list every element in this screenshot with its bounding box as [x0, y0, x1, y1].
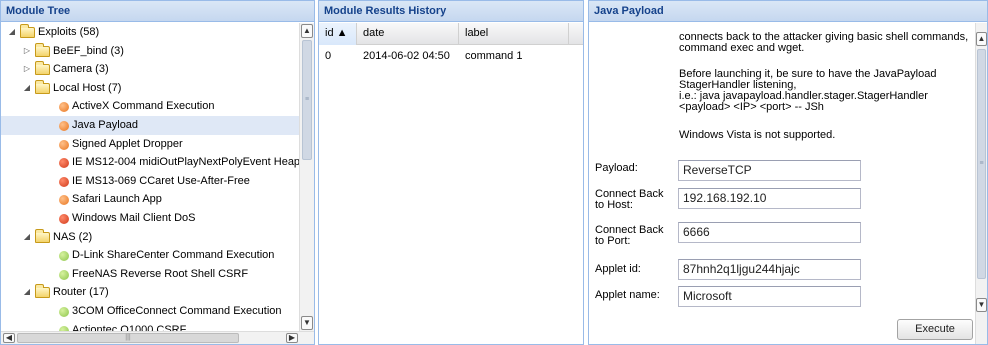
folder-icon — [35, 61, 50, 76]
collapsed-arrow-icon[interactable]: ▷ — [22, 60, 32, 78]
scroll-up-icon[interactable]: ▲ — [301, 24, 313, 38]
folder-icon — [35, 228, 50, 243]
tree-module[interactable]: Signed Applet Dropper — [1, 135, 299, 154]
payload-form: connects back to the attacker giving bas… — [589, 23, 975, 344]
green-status-icon — [59, 251, 69, 262]
collapsed-arrow-icon[interactable]: ▷ — [22, 42, 32, 60]
tree-item-label: Signed Applet Dropper — [72, 137, 183, 150]
payload-label: Payload: — [595, 162, 638, 174]
red-status-icon — [59, 158, 69, 169]
tree-module[interactable]: Safari Launch App — [1, 190, 299, 209]
green-status-icon — [59, 269, 69, 280]
execute-button[interactable]: Execute — [897, 319, 973, 340]
tree-item-label: Java Payload — [72, 118, 139, 131]
scrollbar-thumb[interactable]: ||| — [17, 333, 239, 343]
folder-icon — [20, 24, 35, 38]
connect-back-host-label: to Host: — [595, 199, 633, 211]
scroll-up-icon[interactable]: ▲ — [976, 32, 987, 46]
tree-item-label: Camera (3) — [53, 63, 109, 76]
tree-item-label: IE MS13-069 CCaret Use-After-Free — [72, 174, 250, 187]
tree-module[interactable]: IE MS13-069 CCaret Use-After-Free — [1, 172, 299, 191]
scrollbar-thumb[interactable]: ≡ — [302, 40, 312, 160]
description-line: <payload> <IP> <port> -- JSh — [679, 101, 824, 113]
tree-folder[interactable]: ◢ Local Host (7) — [1, 79, 299, 98]
tree-item-label: Actiontec Q1000 CSRF — [72, 323, 187, 332]
column-header-label[interactable]: label — [459, 23, 569, 45]
column-header-date[interactable]: date — [357, 23, 459, 45]
java-payload-title: Java Payload — [589, 1, 987, 22]
tree-module[interactable]: FreeNAS Reverse Root Shell CSRF — [1, 265, 299, 284]
tree-module[interactable]: IE MS12-004 midiOutPlayNextPolyEvent Hea… — [1, 153, 299, 172]
tree-item-label: FreeNAS Reverse Root Shell CSRF — [72, 267, 249, 280]
tree-module[interactable]: Actiontec Q1000 CSRF — [1, 321, 299, 332]
folder-icon — [35, 284, 50, 299]
tree-folder[interactable]: ◢ NAS (2) — [1, 228, 299, 247]
scrollbar-thumb[interactable]: ≡ — [977, 49, 986, 279]
module-tree: ◢ Exploits (58) ▷ BeEF_bind (3) ▷ Camera (3) ◢… — [1, 23, 299, 331]
applet-id-field[interactable]: 87hnh2q1ljgu244hjajc — [678, 259, 861, 280]
tree-item-label: Router (17) — [53, 286, 109, 299]
java-payload-panel: Java Payload connects back to the attack… — [588, 0, 988, 345]
folder-icon — [35, 42, 50, 57]
tree-module[interactable]: Java Payload — [1, 115, 299, 135]
expanded-arrow-icon[interactable]: ◢ — [22, 228, 32, 246]
tree-item-label: Exploits (58) — [38, 26, 100, 38]
tree-item-label: Local Host (7) — [53, 81, 122, 94]
expanded-arrow-icon[interactable]: ◢ — [22, 79, 32, 97]
column-header-id[interactable]: id ▲ — [319, 23, 357, 45]
tree-folder[interactable]: ◢ Exploits (58) — [1, 23, 299, 42]
tree-module[interactable]: Windows Mail Client DoS — [1, 209, 299, 228]
tree-item-label: NAS (2) — [53, 230, 93, 243]
orange-status-icon — [59, 120, 69, 131]
tree-folder[interactable]: ◢ Router (17) — [1, 283, 299, 302]
description-line: command exec and wget. — [679, 42, 805, 54]
tree-item-label: IE MS12-004 midiOutPlayNextPolyEvent Hea… — [72, 156, 299, 169]
tree-folder[interactable]: ▷ Camera (3) — [1, 60, 299, 79]
payload-vertical-scrollbar[interactable]: ▲ ≡ ▼ — [975, 23, 987, 344]
tree-module[interactable]: 3COM OfficeConnect Command Execution — [1, 302, 299, 321]
expanded-arrow-icon[interactable]: ◢ — [7, 23, 17, 41]
tree-horizontal-scrollbar[interactable]: ◀ ||| ▶ — [1, 331, 314, 344]
folder-icon — [35, 79, 50, 94]
tree-item-label: Safari Launch App — [72, 193, 162, 206]
tree-module[interactable]: ActiveX Command Execution — [1, 97, 299, 116]
tree-item-label: ActiveX Command Execution — [72, 100, 215, 113]
grid-header: id ▲ date label — [319, 23, 583, 45]
tree-item-label: 3COM OfficeConnect Command Execution — [72, 304, 282, 317]
connect-back-port-field[interactable]: 6666 — [678, 222, 861, 243]
module-tree-title: Module Tree — [1, 1, 314, 22]
tree-module[interactable]: D-Link ShareCenter Command Execution — [1, 246, 299, 265]
table-row[interactable]: 0 2014-06-02 04:50 command 1 — [319, 46, 583, 66]
tree-item-label: Windows Mail Client DoS — [72, 211, 196, 224]
orange-status-icon — [59, 195, 69, 206]
tree-folder[interactable]: ▷ BeEF_bind (3) — [1, 42, 299, 61]
cell-date: 2014-06-02 04:50 — [363, 50, 450, 62]
connect-back-host-field[interactable]: 192.168.192.10 — [678, 188, 861, 209]
applet-name-field[interactable]: Microsoft — [678, 286, 861, 307]
cell-id: 0 — [325, 50, 332, 62]
tree-item-label: D-Link ShareCenter Command Execution — [72, 249, 275, 262]
module-tree-panel: Module Tree ◢ Exploits (58) ▷ BeEF_bind (3)… — [0, 0, 315, 345]
orange-status-icon — [59, 139, 69, 150]
tree-vertical-scrollbar[interactable]: ▲ ≡ ▼ — [299, 23, 314, 331]
cell-label: command 1 — [465, 50, 523, 62]
scroll-left-icon[interactable]: ◀ — [3, 333, 15, 343]
red-status-icon — [59, 176, 69, 187]
scroll-down-icon[interactable]: ▼ — [976, 298, 987, 312]
applet-id-label: Applet id: — [595, 263, 641, 275]
orange-status-icon — [59, 102, 69, 113]
applet-name-label: Applet name: — [595, 289, 660, 301]
tree-item-label: BeEF_bind (3) — [53, 44, 124, 57]
expanded-arrow-icon[interactable]: ◢ — [22, 283, 32, 301]
results-history-title: Module Results History — [319, 1, 583, 22]
payload-field[interactable]: ReverseTCP — [678, 160, 861, 181]
results-history-panel: Module Results History id ▲ date label 0… — [318, 0, 584, 345]
red-status-icon — [59, 213, 69, 224]
description-line: Windows Vista is not supported. — [679, 129, 836, 141]
connect-back-port-label: to Port: — [595, 235, 631, 247]
scroll-right-icon[interactable]: ▶ — [286, 333, 298, 343]
scroll-down-icon[interactable]: ▼ — [301, 316, 313, 330]
green-status-icon — [59, 306, 69, 317]
